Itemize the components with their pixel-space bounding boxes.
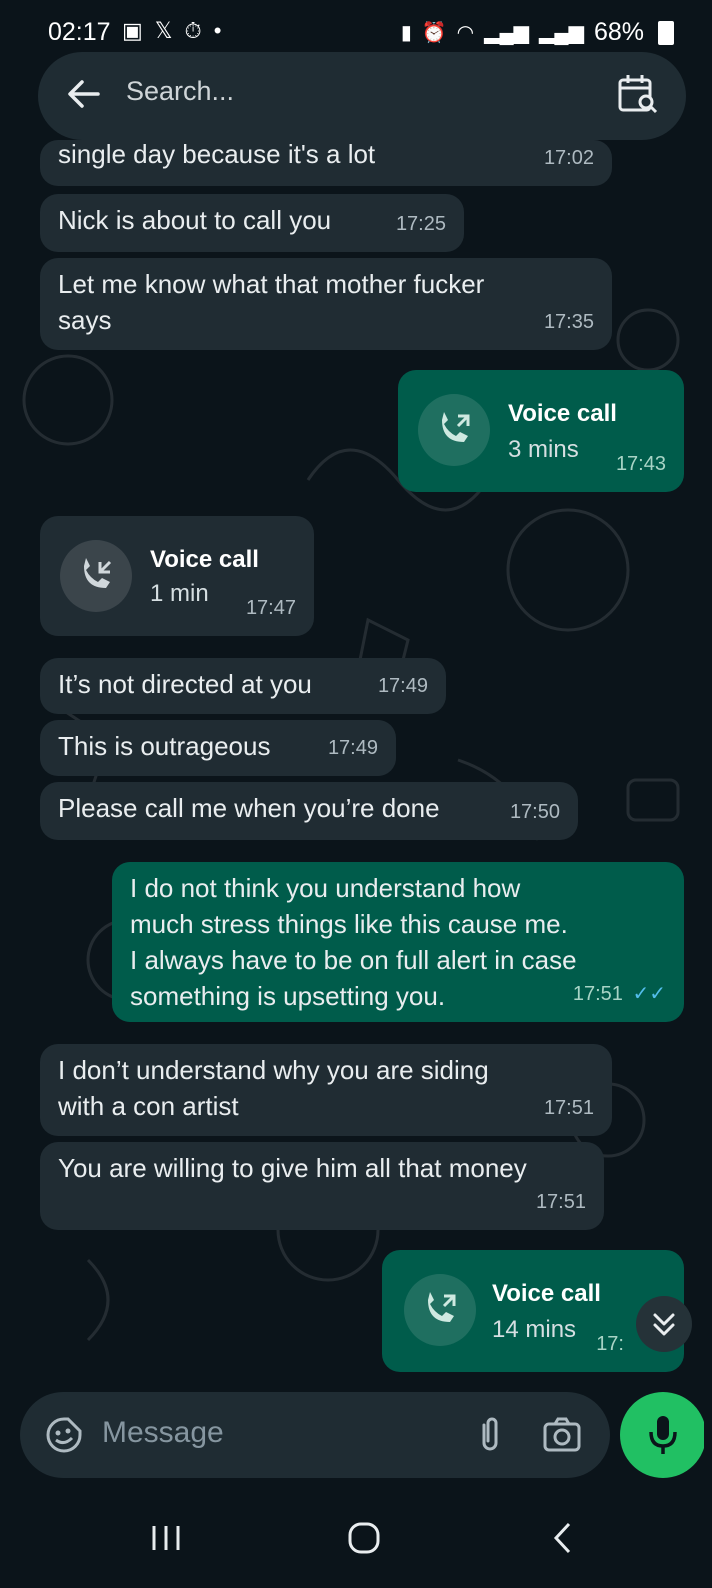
message-incoming[interactable]: Nick is about to call you 17:25 (40, 194, 464, 252)
scroll-to-bottom-button[interactable] (636, 1296, 692, 1352)
alarm-icon: ⏰ (421, 22, 447, 44)
back-arrow-icon[interactable] (64, 74, 104, 114)
message-outgoing[interactable]: I do not think you understand how much s… (112, 862, 684, 1022)
wifi-icon: ◠ (456, 22, 475, 44)
signal-icon: ▂▄▆ (484, 22, 530, 44)
message-incoming[interactable]: It’s not directed at you 17:49 (40, 658, 446, 714)
signal-icon-2: ▂▄▆ (539, 22, 584, 44)
chat-screen: 02:17 ▣ 𝕏 ⏱ • ▮ ⏰ ◠ ▂▄▆ ▂▄▆ 68% Search..… (8, 0, 704, 1588)
search-input[interactable]: Search... (126, 76, 234, 107)
double-chevron-down-icon (653, 1313, 675, 1336)
recent-apps-icon[interactable] (146, 1518, 186, 1558)
message-incoming[interactable]: Let me know what that mother fucker says… (40, 258, 612, 350)
message-incoming[interactable]: You are willing to give him all that mon… (40, 1142, 604, 1230)
outgoing-call-icon (404, 1274, 476, 1346)
timer-icon: ⏱ (184, 18, 202, 43)
camera-icon[interactable] (540, 1413, 584, 1457)
system-nav-bar (8, 1490, 704, 1588)
status-time: 02:17 (48, 18, 111, 46)
back-nav-icon[interactable] (544, 1518, 584, 1558)
calendar-search-icon[interactable] (616, 72, 660, 116)
incoming-call-icon (60, 540, 132, 612)
x-notification-icon: 𝕏 (154, 18, 173, 43)
message-incoming[interactable]: This is outrageous 17:49 (40, 720, 396, 776)
attach-icon[interactable] (470, 1415, 510, 1455)
battery-percent: 68% (593, 18, 644, 46)
message-incoming[interactable]: I don’t understand why you are siding wi… (40, 1044, 612, 1136)
outgoing-call-icon (418, 394, 490, 466)
search-bar: Search... (38, 52, 686, 140)
voice-call-incoming[interactable]: Voice call 1 min 17:47 (40, 516, 314, 636)
message-input[interactable]: Message (102, 1416, 224, 1450)
sticker-icon[interactable] (44, 1415, 84, 1455)
read-ticks-icon: ✓✓ (632, 983, 666, 1005)
voice-record-button[interactable] (620, 1392, 704, 1478)
gallery-notification-icon: ▣ (122, 18, 143, 43)
message-composer: Message (20, 1392, 610, 1478)
message-incoming[interactable]: single day because it's a lot 17:02 (40, 140, 612, 186)
battery-icon (658, 20, 674, 45)
dot-icon: • (213, 18, 222, 43)
home-icon[interactable] (344, 1518, 384, 1558)
message-incoming[interactable]: Please call me when you’re done 17:50 (40, 782, 578, 840)
battery-saver-icon: ▮ (400, 22, 412, 44)
microphone-icon (649, 1416, 677, 1454)
voice-call-outgoing[interactable]: Voice call 3 mins 17:43 (398, 370, 684, 492)
